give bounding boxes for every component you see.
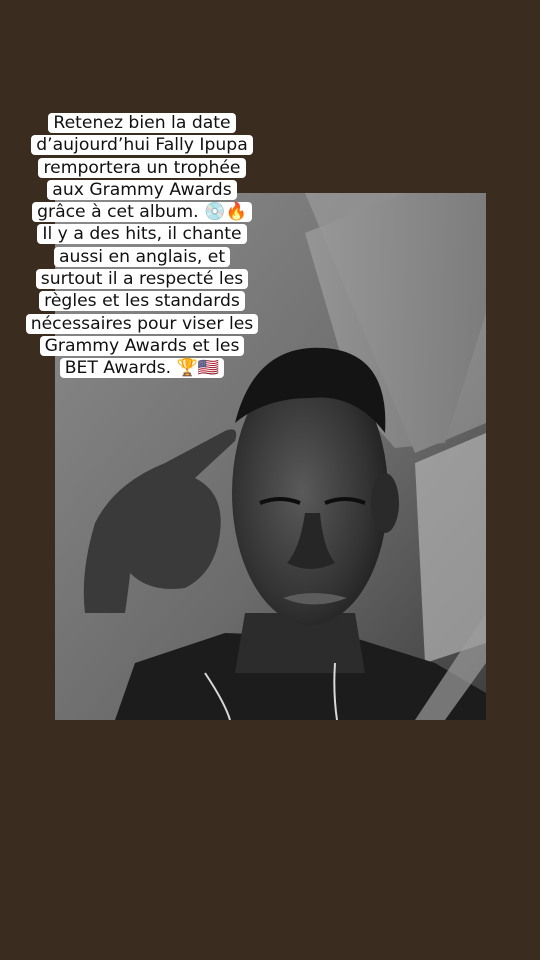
caption-line: d’aujourd’hui Fally Ipupa xyxy=(20,134,264,156)
caption-line: remportera un trophée xyxy=(20,157,264,179)
caption-line: règles et les standards xyxy=(20,290,264,312)
caption-line: aussi en anglais, et xyxy=(20,246,264,268)
caption-line: Retenez bien la date xyxy=(20,112,264,134)
caption-line: Grammy Awards et les xyxy=(20,335,264,357)
caption-line: aux Grammy Awards xyxy=(20,179,264,201)
caption-line: grâce à cet album. 💿🔥 xyxy=(20,201,264,223)
caption-line: BET Awards. 🏆🇺🇸 xyxy=(20,357,264,379)
caption-line: surtout il a respecté les xyxy=(20,268,264,290)
caption-line: nécessaires pour viser les xyxy=(20,313,264,335)
caption-line: Il y a des hits, il chante xyxy=(20,223,264,245)
story-canvas: Retenez bien la date d’aujourd’hui Fally… xyxy=(0,0,540,960)
story-caption: Retenez bien la date d’aujourd’hui Fally… xyxy=(20,112,264,380)
